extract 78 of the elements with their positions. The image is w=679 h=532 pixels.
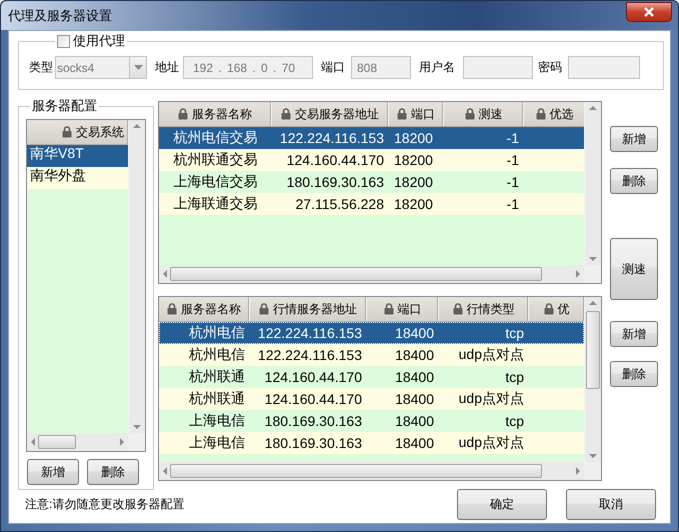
- column-header[interactable]: 测速: [478, 106, 502, 122]
- table-cell-text: -1: [506, 129, 520, 148]
- table-cell-text: 18200: [393, 195, 434, 214]
- table-cell-text: -1: [506, 151, 520, 170]
- column-header[interactable]: 行情服务器地址: [273, 300, 357, 318]
- table-cell-text: 18400: [394, 434, 435, 453]
- table-cell-text: udp点对点: [458, 389, 525, 408]
- table-row[interactable]: 杭州联通 124.160.44.170 18400 udp点对点: [159, 388, 584, 410]
- field-label: 密码: [538, 59, 562, 76]
- table-row[interactable]: 上海电信 180.169.30.163 18400 udp点对点: [159, 432, 584, 454]
- table-cell-text: 27.115.56.228: [294, 195, 385, 214]
- table-cell-text: 124.160.44.170: [286, 151, 385, 170]
- table-cell-text: 122.224.116.153: [278, 129, 385, 148]
- table-row[interactable]: 杭州电信 122.224.116.153 18400 udp点对点: [159, 344, 584, 366]
- column-header[interactable]: 优: [558, 300, 570, 318]
- table-cell-text: 杭州电信: [188, 323, 246, 342]
- table-cell-text: 122.224.116.153: [256, 324, 363, 343]
- table-cell-text: 124.160.44.170: [264, 368, 363, 387]
- table-row[interactable]: 杭州联通交易 124.160.44.170 18200 -1: [159, 149, 584, 171]
- table-cell-text: 杭州联通: [188, 389, 246, 408]
- table-cell-text: 上海联通交易: [172, 194, 258, 213]
- button[interactable]: 确定: [457, 488, 547, 520]
- table-cell-text: -1: [506, 173, 520, 192]
- table-cell-text: tcp: [504, 412, 525, 431]
- table-cell-text: -1: [506, 195, 520, 214]
- button[interactable]: 删除: [610, 361, 658, 387]
- group-title: 服务器配置: [31, 97, 98, 115]
- field-label: 地址: [155, 59, 179, 76]
- button[interactable]: 新增: [610, 126, 658, 152]
- table-cell-text: udp点对点: [458, 433, 525, 452]
- field-label: 用户名: [419, 59, 455, 76]
- field-label: 端口: [321, 59, 345, 76]
- table-cell-text: udp点对点: [458, 345, 525, 364]
- column-header[interactable]: 服务器名称: [181, 300, 241, 318]
- table-cell-text: 杭州电信: [188, 345, 246, 364]
- column-header[interactable]: 端口: [398, 300, 422, 318]
- table-row[interactable]: 上海联通交易 27.115.56.228 18200 -1: [159, 193, 584, 215]
- table-cell-text: 上海电信: [188, 433, 246, 452]
- table-cell-text: tcp: [504, 324, 525, 343]
- table-cell-text: 18200: [393, 151, 434, 170]
- table-cell-text: 18400: [394, 390, 435, 409]
- table-cell-text: 18400: [394, 412, 435, 431]
- button[interactable]: 删除: [610, 168, 658, 194]
- table-row[interactable]: 杭州电信交易 122.224.116.153 18200 -1: [159, 127, 584, 149]
- checkbox-label[interactable]: 使用代理: [73, 32, 125, 50]
- table-cell-text: 18400: [394, 346, 435, 365]
- button[interactable]: 新增: [610, 321, 658, 347]
- table-row[interactable]: 杭州电信 122.224.116.153 18400 tcp: [159, 322, 584, 344]
- table-cell-text: 18400: [394, 368, 435, 387]
- column-header[interactable]: 优选: [550, 106, 574, 122]
- table-cell-text: 18200: [393, 129, 434, 148]
- button[interactable]: 新增: [27, 459, 79, 485]
- column-header[interactable]: 行情类型: [466, 300, 514, 318]
- table-cell-text: 上海电信交易: [172, 172, 258, 191]
- table-cell-text: 杭州联通交易: [172, 150, 258, 169]
- button[interactable]: 删除: [87, 459, 139, 485]
- column-header[interactable]: 交易服务器地址: [295, 106, 379, 122]
- field-label: 类型: [29, 59, 53, 76]
- table-cell-text: 杭州电信交易: [172, 128, 258, 147]
- table-cell-text: 18200: [393, 173, 434, 192]
- table-cell-text: 18400: [394, 324, 435, 343]
- table-cell-text: 上海电信: [188, 411, 246, 430]
- note-text: 注意:请勿随意更改服务器配置: [25, 496, 186, 512]
- button[interactable]: 测速: [610, 238, 658, 300]
- list-item[interactable]: 南华外盘: [27, 167, 128, 189]
- table-cell-text: 杭州联通: [188, 367, 246, 386]
- window-title: 代理及服务器设置: [8, 6, 112, 24]
- table-cell-text: 180.169.30.163: [286, 173, 385, 192]
- table-cell-text: 180.169.30.163: [264, 412, 363, 431]
- table-cell-text: 124.160.44.170: [264, 390, 363, 409]
- column-header[interactable]: 交易系统: [76, 124, 124, 140]
- table-cell-text: tcp: [504, 368, 525, 387]
- table-cell-text: 122.224.116.153: [256, 346, 363, 365]
- table-cell-text: 180.169.30.163: [264, 434, 363, 453]
- list-item[interactable]: 南华V8T: [27, 145, 128, 167]
- column-header[interactable]: 服务器名称: [192, 106, 252, 122]
- button[interactable]: 取消: [566, 488, 656, 520]
- column-header[interactable]: 端口: [411, 106, 435, 122]
